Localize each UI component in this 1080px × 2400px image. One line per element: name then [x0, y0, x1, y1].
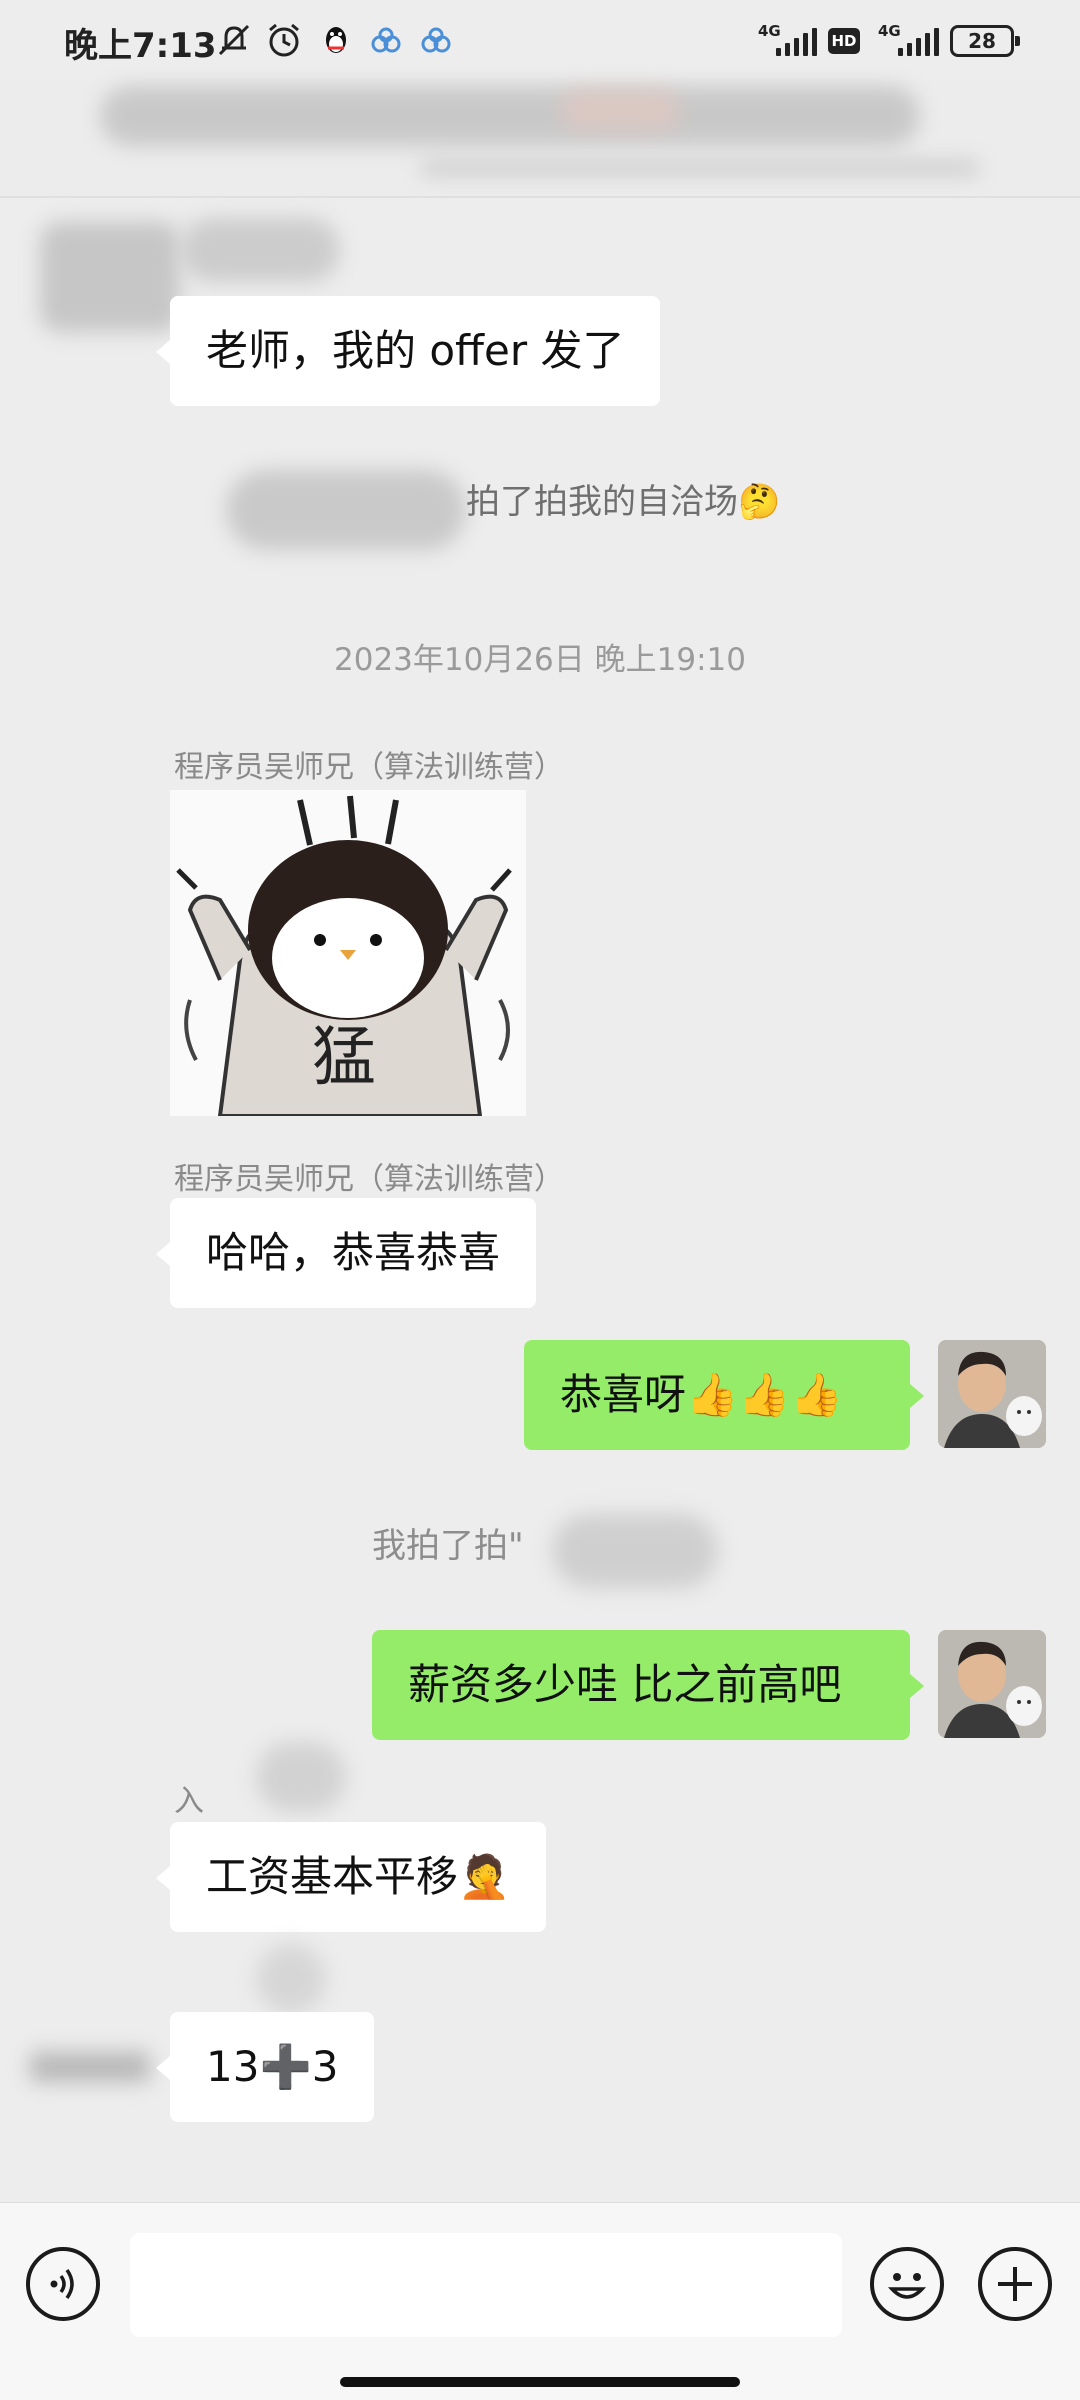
message-text: 恭喜呀👍👍👍: [560, 1370, 843, 1419]
message-bubble[interactable]: 13➕3: [155, 2012, 375, 2122]
pat-name-blurred: [226, 470, 466, 550]
message-bubble[interactable]: 哈哈，恭喜恭喜: [155, 1198, 537, 1308]
message-text: 薪资多少哇 比之前高吧: [408, 1660, 842, 1709]
avatar[interactable]: [938, 1630, 1046, 1738]
emoji-icon: [887, 2273, 927, 2299]
sender-name-blurred: [256, 1742, 346, 1812]
cloud-icon: [421, 27, 451, 53]
message-input[interactable]: [130, 2233, 842, 2337]
chat-header[interactable]: [0, 80, 1080, 198]
avatar-blurred[interactable]: [40, 222, 180, 332]
input-bar: [0, 2202, 1080, 2400]
sender-name: 程序员吴师兄（算法训练营）: [174, 750, 564, 785]
message-text: 老师，我的 offer 发了: [206, 326, 625, 375]
home-indicator[interactable]: [340, 2377, 740, 2387]
sender-name-blurred: [256, 1944, 326, 2014]
message-bubble-self[interactable]: 恭喜呀👍👍👍: [524, 1340, 924, 1450]
plus-icon: [998, 2267, 1032, 2301]
message-text: 工资基本平移🤦: [206, 1852, 511, 1901]
voice-button[interactable]: [26, 2247, 100, 2321]
message-text: 13➕3: [206, 2042, 339, 2091]
header-blurred-accent: [560, 90, 680, 130]
sender-name: 程序员吴师兄（算法训练营）: [174, 1162, 564, 1197]
plus-button[interactable]: [978, 2247, 1052, 2321]
avatar-blurred[interactable]: [30, 2052, 150, 2082]
emoji-button[interactable]: [870, 2247, 944, 2321]
timestamp-divider: 2023年10月26日 晚上19:10: [334, 642, 746, 678]
pat-system-message: 我拍了拍": [372, 1526, 524, 1566]
battery-level: 28: [968, 29, 996, 53]
avatar-image: [938, 1630, 1046, 1738]
sender-name-blurred: [180, 218, 340, 282]
signal-bars-1-icon: [776, 28, 817, 56]
header-blurred-subtitle: [420, 160, 980, 176]
status-bar: 晚上7:13 4G HD 4G 28: [0, 0, 1080, 80]
voice-icon: [50, 2268, 74, 2300]
avatar-image: [938, 1340, 1046, 1448]
qq-icon: [326, 27, 346, 53]
pat-system-message: 拍了拍我的自洽场🤔: [466, 482, 781, 522]
avatar[interactable]: [938, 1340, 1046, 1448]
penguin-sticker[interactable]: 猛: [170, 790, 526, 1116]
cloud-icon: [371, 27, 401, 53]
message-bubble[interactable]: 工资基本平移🤦: [155, 1822, 547, 1932]
alarm-icon: [269, 23, 299, 57]
message-bubble[interactable]: 老师，我的 offer 发了: [155, 296, 661, 406]
pat-name-blurred: [552, 1514, 718, 1588]
hd-badge: HD: [828, 28, 860, 54]
message-bubble-self[interactable]: 薪资多少哇 比之前高吧: [372, 1630, 924, 1740]
signal-bars-2-icon: [898, 28, 939, 56]
message-text: 哈哈，恭喜恭喜: [206, 1228, 501, 1277]
battery-icon: 28: [950, 25, 1020, 57]
header-blurred-title: [100, 86, 920, 146]
sticker-caption: 猛: [312, 1021, 376, 1095]
status-time: 晚上7:13: [64, 26, 217, 66]
sender-name: 入: [174, 1784, 204, 1819]
mute-icon: [218, 24, 250, 56]
